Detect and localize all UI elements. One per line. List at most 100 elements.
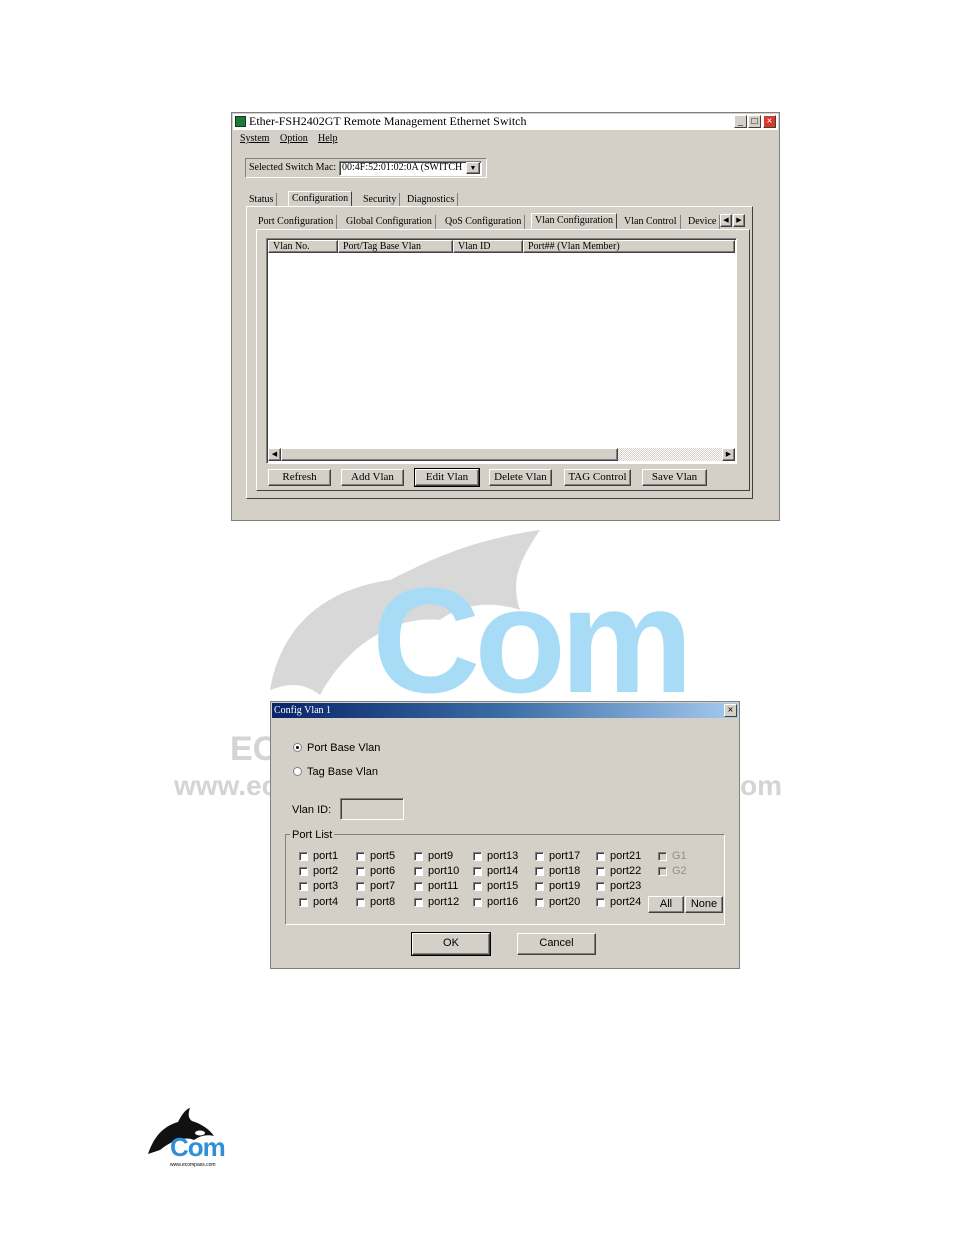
port-label: port8: [370, 896, 396, 908]
logo-url: www.ecompass.com: [170, 1162, 216, 1168]
port-checkbox[interactable]: [535, 882, 544, 891]
ok-button[interactable]: OK: [411, 932, 491, 956]
port-checkbox[interactable]: [299, 867, 308, 876]
tab-device[interactable]: Device: [685, 215, 721, 229]
port-checkbox[interactable]: [596, 852, 605, 861]
tab-global-configuration[interactable]: Global Configuration: [343, 215, 436, 229]
port-g1-label: G1: [672, 850, 687, 862]
tab-qos-configuration[interactable]: QoS Configuration: [442, 215, 526, 229]
port-label: port17: [549, 850, 581, 862]
port-g2-checkbox[interactable]: [658, 867, 667, 876]
radio-port-base-label: Port Base Vlan: [307, 742, 381, 754]
menu-system[interactable]: System: [240, 132, 269, 146]
scroll-left-icon[interactable]: ◀: [268, 448, 281, 461]
select-all-button[interactable]: All: [648, 896, 684, 913]
port-g2-label: G2: [672, 865, 687, 877]
port-checkbox[interactable]: [299, 882, 308, 891]
port-label: port3: [313, 880, 339, 892]
port-checkbox[interactable]: [473, 898, 482, 907]
refresh-button[interactable]: Refresh: [268, 469, 331, 486]
port-checkbox[interactable]: [473, 852, 482, 861]
scrollbar-thumb[interactable]: [281, 448, 618, 461]
ecompass-logo: Com www.ecompass.com: [146, 1106, 228, 1172]
port-label: port4: [313, 896, 339, 908]
port-checkbox[interactable]: [299, 852, 308, 861]
dialog-close-icon[interactable]: ×: [724, 704, 737, 717]
port-label: port16: [487, 896, 519, 908]
menu-help[interactable]: Help: [318, 132, 337, 146]
main-window: Ether-FSH2402GT Remote Management Ethern…: [231, 112, 780, 521]
port-checkbox[interactable]: [356, 867, 365, 876]
port-label: port22: [610, 865, 642, 877]
col-vlan-no[interactable]: Vlan No.: [268, 240, 338, 253]
radio-tag-base-label: Tag Base Vlan: [307, 766, 378, 778]
tab-vlan-control[interactable]: Vlan Control: [621, 215, 681, 229]
port-checkbox[interactable]: [299, 898, 308, 907]
save-vlan-button[interactable]: Save Vlan: [642, 469, 707, 486]
watermark-www: www.ec: [174, 770, 278, 801]
tab-diagnostics[interactable]: Diagnostics: [404, 193, 459, 207]
close-icon[interactable]: ×: [763, 115, 776, 128]
port-checkbox[interactable]: [414, 898, 423, 907]
port-checkbox[interactable]: [414, 867, 423, 876]
port-checkbox[interactable]: [596, 867, 605, 876]
vlan-id-input[interactable]: [340, 798, 404, 820]
horizontal-scrollbar[interactable]: ◀ ▶: [268, 448, 735, 461]
tab-vlan-configuration[interactable]: Vlan Configuration: [531, 213, 618, 229]
radio-port-base[interactable]: [293, 743, 302, 752]
col-port-members[interactable]: Port## (Vlan Member): [523, 240, 735, 253]
port-label: port18: [549, 865, 581, 877]
vlan-id-label: Vlan ID:: [292, 804, 332, 816]
vlan-table-header: Vlan No. Port/Tag Base Vlan Vlan ID Port…: [268, 240, 735, 253]
select-none-button[interactable]: None: [685, 896, 723, 913]
main-titlebar: Ether-FSH2402GT Remote Management Ethern…: [233, 114, 778, 130]
port-g1-checkbox[interactable]: [658, 852, 667, 861]
delete-vlan-button[interactable]: Delete Vlan: [489, 469, 552, 486]
minimize-icon[interactable]: _: [734, 115, 747, 128]
port-checkbox[interactable]: [473, 867, 482, 876]
port-label: port12: [428, 896, 460, 908]
port-checkbox[interactable]: [596, 882, 605, 891]
chevron-down-icon[interactable]: ▼: [466, 162, 480, 174]
port-label: port14: [487, 865, 519, 877]
tab-port-configuration[interactable]: Port Configuration: [255, 215, 338, 229]
menu-option[interactable]: Option: [280, 132, 308, 146]
port-checkbox[interactable]: [596, 898, 605, 907]
edit-vlan-button[interactable]: Edit Vlan: [414, 468, 480, 487]
port-label: port11: [428, 880, 459, 892]
port-label: port24: [610, 896, 642, 908]
tab-status[interactable]: Status: [246, 193, 278, 207]
port-checkbox[interactable]: [473, 882, 482, 891]
col-port-tag-base[interactable]: Port/Tag Base Vlan: [338, 240, 453, 253]
tag-control-button[interactable]: TAG Control: [564, 469, 631, 486]
port-checkbox[interactable]: [414, 882, 423, 891]
tab-scroll-left-icon[interactable]: ◀: [720, 214, 732, 227]
cancel-button[interactable]: Cancel: [517, 933, 596, 955]
app-icon: [235, 116, 246, 127]
port-checkbox[interactable]: [356, 882, 365, 891]
vlan-table[interactable]: Vlan No. Port/Tag Base Vlan Vlan ID Port…: [266, 238, 737, 464]
port-checkbox[interactable]: [535, 867, 544, 876]
tab-configuration[interactable]: Configuration: [288, 191, 353, 207]
switch-mac-value: 00:4F:52:01:02:0A (SWITCH: [342, 162, 463, 173]
port-checkbox[interactable]: [535, 898, 544, 907]
tab-scroll-right-icon[interactable]: ▶: [733, 214, 745, 227]
add-vlan-button[interactable]: Add Vlan: [341, 469, 404, 486]
col-vlan-id[interactable]: Vlan ID: [453, 240, 523, 253]
port-checkbox[interactable]: [414, 852, 423, 861]
scroll-right-icon[interactable]: ▶: [722, 448, 735, 461]
switch-mac-group: Selected Switch Mac: 00:4F:52:01:02:0A (…: [245, 158, 487, 178]
maximize-icon[interactable]: □: [748, 115, 761, 128]
port-label: port15: [487, 880, 519, 892]
tab-security[interactable]: Security: [360, 193, 401, 207]
port-label: port9: [428, 850, 454, 862]
port-checkbox[interactable]: [356, 898, 365, 907]
radio-tag-base[interactable]: [293, 767, 302, 776]
dialog-title: Config Vlan 1: [274, 705, 332, 716]
main-window-title: Ether-FSH2402GT Remote Management Ethern…: [249, 114, 527, 128]
port-checkbox[interactable]: [535, 852, 544, 861]
port-checkbox[interactable]: [356, 852, 365, 861]
port-label: port13: [487, 850, 519, 862]
switch-mac-select[interactable]: 00:4F:52:01:02:0A (SWITCH ▼: [339, 161, 482, 176]
port-label: port21: [610, 850, 642, 862]
